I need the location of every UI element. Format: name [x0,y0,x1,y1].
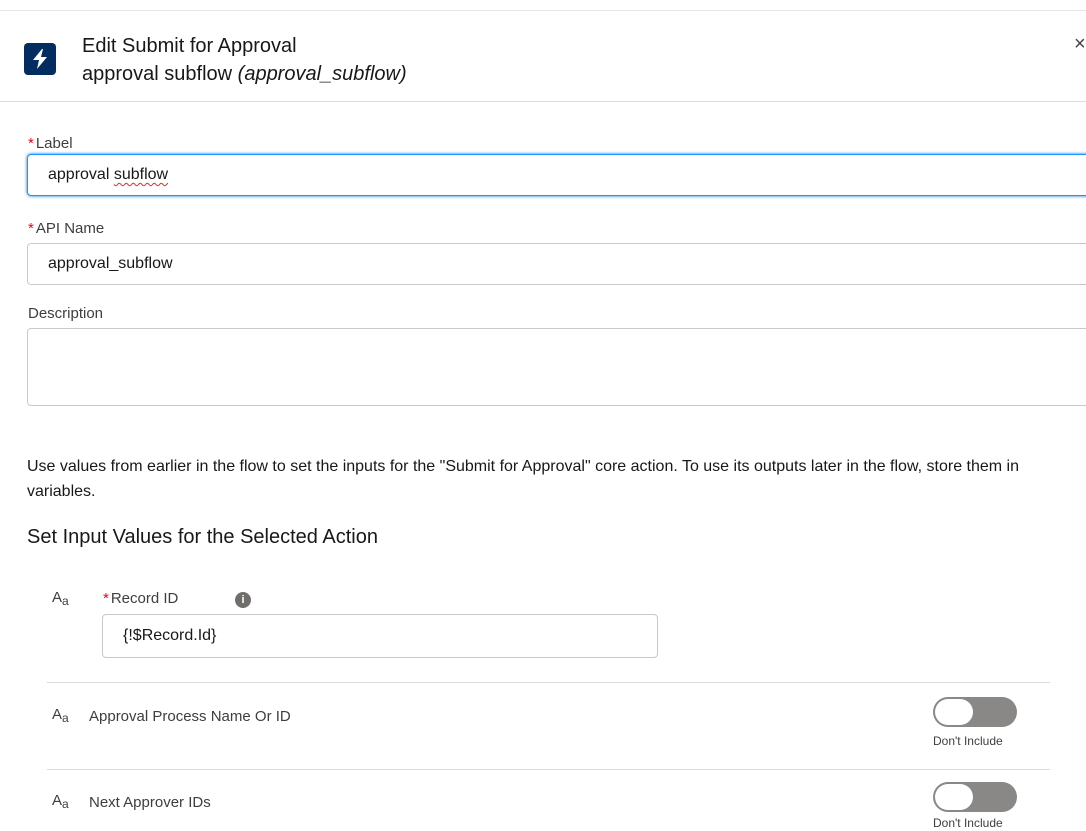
toggle-caption: Don't Include [933,734,1003,748]
text-type-icon: Aa [52,589,69,608]
required-mark: * [103,590,109,607]
required-mark: * [28,135,34,152]
record-id-label: * Record ID [103,590,179,607]
divider [47,682,1050,683]
spellcheck-word: subflow [113,166,169,183]
label-input[interactable]: approval subflow [27,154,1086,196]
next-approver-ids-toggle[interactable] [933,782,1017,812]
divider [47,769,1050,770]
api-name-input[interactable]: approval_subflow [27,243,1086,285]
toggle-caption: Don't Include [933,816,1003,830]
text-type-icon: Aa [52,706,69,725]
toggle-knob [935,784,973,810]
label-field-label: * Label [28,135,73,152]
section-title: Set Input Values for the Selected Action [27,526,378,548]
subtitle-label: approval subflow [82,63,233,85]
record-id-input[interactable]: {!$Record.Id} [102,614,658,658]
help-text: Use values from earlier in the flow to s… [27,458,1019,500]
modal-title: Edit Submit for Approval [82,35,297,57]
toggle-knob [935,699,973,725]
approval-process-label: Approval Process Name Or ID [89,708,291,725]
modal-subtitle: approval subflow (approval_subflow) [82,63,407,86]
text-type-icon: Aa [52,792,69,811]
api-name-field-label: * API Name [28,220,105,237]
subtitle-api-name: (approval_subflow) [237,63,407,85]
close-icon[interactable]: × [1074,33,1086,56]
required-mark: * [28,220,34,237]
approval-process-toggle[interactable] [933,697,1017,727]
top-border [0,0,1086,11]
info-icon[interactable]: i [235,592,251,608]
description-field-label: Description [28,305,104,322]
modal-header: Edit Submit for Approval approval subflo… [0,11,1086,102]
description-textarea[interactable]: ◢ [27,328,1086,406]
lightning-bolt-icon [24,43,56,75]
next-approver-ids-label: Next Approver IDs [89,794,211,811]
